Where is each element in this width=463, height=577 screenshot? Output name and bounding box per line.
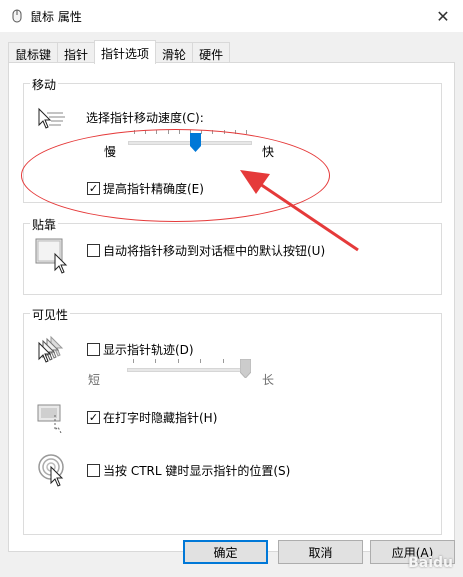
slider-tick — [177, 359, 179, 363]
show-location-checkbox[interactable] — [87, 464, 100, 477]
mouse-icon — [12, 9, 22, 23]
title-bar: 鼠标 属性 ✕ — [0, 0, 463, 32]
watermark: Baidu — [408, 555, 453, 571]
tab-strip: 鼠标键 指针 指针选项 滑轮 硬件 — [8, 40, 231, 64]
trails-slider-track[interactable] — [127, 368, 251, 372]
slider-tick — [155, 359, 157, 363]
slider-tick — [200, 359, 202, 363]
dialog-body: 鼠标键 指针 指针选项 滑轮 硬件 移动 选择指针移动速度(C): 慢 快 ✓ … — [0, 32, 463, 577]
snap-to-button-icon — [35, 238, 68, 274]
show-location-icon — [38, 454, 64, 487]
motion-group-title: 移动 — [30, 76, 59, 93]
trails-short-label: 短 — [88, 373, 101, 387]
annotation-arrow-icon — [240, 170, 359, 252]
trails-slider-thumb[interactable] — [240, 359, 251, 378]
slider-tick — [222, 359, 224, 363]
tab-hardware[interactable]: 硬件 — [192, 42, 231, 63]
check-icon: ✓ — [88, 411, 99, 424]
snap-checkbox[interactable] — [87, 244, 100, 257]
hide-while-typing-label: 在打字时隐藏指针(H) — [103, 411, 218, 425]
close-icon: ✕ — [436, 6, 450, 26]
tab-wheel[interactable]: 滑轮 — [155, 42, 194, 63]
window-title: 鼠标 属性 — [30, 10, 82, 24]
hide-while-typing-icon — [37, 404, 62, 433]
pointer-speed-icon — [38, 107, 65, 129]
snap-group-title: 贴靠 — [30, 216, 59, 233]
pointer-trails-icon — [38, 335, 64, 363]
visibility-group-title: 可见性 — [30, 306, 71, 323]
tab-pointers[interactable]: 指针 — [57, 42, 96, 63]
cancel-button[interactable]: 取消 — [278, 540, 363, 564]
slider-tick — [133, 359, 134, 363]
tab-buttons[interactable]: 鼠标键 — [8, 42, 59, 63]
ok-button[interactable]: 确定 — [183, 540, 268, 564]
visibility-group: 可见性 — [23, 306, 442, 535]
speed-label: 选择指针移动速度(C): — [86, 111, 204, 125]
close-button[interactable]: ✕ — [423, 0, 463, 32]
trails-checkbox[interactable] — [87, 343, 100, 356]
trails-long-label: 长 — [262, 373, 275, 387]
trails-label: 显示指针轨迹(D) — [103, 343, 194, 357]
hide-while-typing-checkbox[interactable]: ✓ — [87, 411, 100, 424]
show-location-label: 当按 CTRL 键时显示指针的位置(S) — [103, 464, 291, 478]
tab-pointer-options[interactable]: 指针选项 — [94, 40, 157, 64]
